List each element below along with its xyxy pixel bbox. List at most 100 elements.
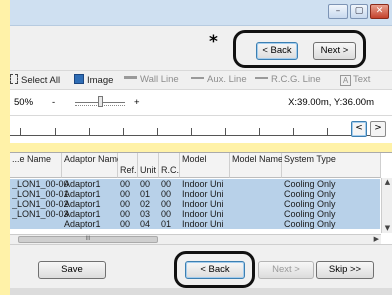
table-cell-name: _LON1_00-02: [12, 199, 69, 209]
table-cell-adaptor: Adaptor1: [64, 219, 101, 229]
table-cell-system: Cooling Only: [284, 199, 336, 209]
table-cell-unit: 01: [140, 189, 151, 199]
table-cell-rc: 00: [161, 179, 172, 189]
table-cell-unit: 04: [140, 219, 151, 229]
table-cell-adaptor: Adaptor1: [64, 199, 101, 209]
table-cell-ref: 00: [120, 179, 131, 189]
select-all-icon: [10, 74, 18, 84]
zoom-out-button[interactable]: -: [52, 97, 55, 108]
column-header-model-name-label: Model Name: [232, 154, 284, 164]
modified-indicator: *: [209, 32, 218, 52]
wall-line-icon: [124, 76, 137, 79]
ruler-tick: [225, 128, 226, 135]
ruler-prev-button[interactable]: <: [351, 121, 367, 137]
table-cell-ref: 00: [120, 209, 131, 219]
drawing-toolbar: Select All Image Wall Line Aux. Line R.C…: [10, 70, 392, 90]
horizontal-ruler: < >: [10, 117, 392, 143]
ruler-tick: [157, 128, 158, 135]
ruler-tick: [55, 128, 56, 135]
table-cell-name: _LON1_00-01: [12, 189, 69, 199]
column-header-system-type-label: System Type: [284, 154, 336, 164]
scroll-right-icon[interactable]: ▶: [374, 235, 379, 244]
table-cell-model: Indoor Uni: [182, 189, 224, 199]
image-icon: [74, 74, 84, 84]
scroll-down-icon[interactable]: ▼: [383, 224, 392, 233]
table-cell-model: Indoor Uni: [182, 179, 224, 189]
zoom-slider-thumb[interactable]: [98, 96, 103, 107]
table-cell-model: Indoor Uni: [182, 209, 224, 219]
table-cell-rc: 01: [161, 219, 172, 229]
column-header-rc-label: R.C.: [161, 165, 179, 175]
select-all-label: Select All: [21, 75, 61, 86]
horizontal-scrollbar[interactable]: III ▶: [10, 234, 381, 244]
table-cell-unit: 00: [140, 179, 151, 189]
window-title-bar: – ▢ ✕: [10, 0, 392, 26]
wall-line-tool[interactable]: Wall Line: [124, 74, 179, 85]
column-header-system-type[interactable]: System Type: [282, 153, 381, 178]
highlight-ring-top-nav: [233, 30, 366, 68]
close-button[interactable]: ✕: [370, 4, 389, 19]
text-tool-icon: A: [340, 75, 351, 86]
column-header-model-label: Model: [182, 154, 207, 164]
column-header-ref[interactable]: Ref.: [118, 153, 138, 178]
image-tool[interactable]: Image: [74, 74, 113, 86]
ruler-tick: [20, 128, 21, 135]
zoom-in-button[interactable]: +: [134, 97, 140, 108]
column-header-model[interactable]: Model: [180, 153, 230, 178]
text-tool[interactable]: A Text: [340, 74, 370, 86]
cursor-coordinates: X:39.00m, Y:36.00m: [288, 97, 374, 108]
rcg-line-tool[interactable]: R.C.G. Line: [255, 74, 321, 85]
table-cell-name: _LON1_00-00: [12, 179, 69, 189]
skip-button[interactable]: Skip >>: [316, 261, 374, 279]
table-cell-system: Cooling Only: [284, 209, 336, 219]
column-header-unit-label: Unit: [140, 165, 157, 175]
select-all-tool[interactable]: Select All: [10, 74, 60, 86]
table-cell-adaptor: Adaptor1: [64, 209, 101, 219]
column-header-unit[interactable]: Unit: [138, 153, 159, 178]
table-cell-unit: 03: [140, 209, 151, 219]
wall-line-label: Wall Line: [140, 74, 179, 85]
table-cell-ref: 00: [120, 199, 131, 209]
scroll-up-icon[interactable]: ▲: [383, 178, 392, 187]
table-cell-system: Cooling Only: [284, 189, 336, 199]
ruler-tick: [259, 128, 260, 135]
ruler-tick: [89, 128, 90, 135]
table-cell-ref: 00: [120, 219, 131, 229]
table-cell-model: Indoor Uni: [182, 219, 224, 229]
column-header-adaptor[interactable]: Adaptor Name: [62, 153, 122, 178]
aux-line-tool[interactable]: Aux. Line: [191, 74, 247, 85]
ruler-tick: [123, 128, 124, 135]
table-cell-system: Cooling Only: [284, 219, 336, 229]
maximize-button[interactable]: ▢: [350, 4, 368, 19]
table-cell-rc: 00: [161, 189, 172, 199]
zoom-bar: 50% - + X:39.00m, Y:36.00m: [10, 90, 392, 116]
column-header-adaptor-label: Adaptor Name: [64, 154, 123, 164]
vertical-scrollbar[interactable]: ▲ ▼: [381, 178, 392, 233]
table-cell-system: Cooling Only: [284, 179, 336, 189]
image-label: Image: [87, 75, 114, 86]
table-cell-adaptor: Adaptor1: [64, 179, 101, 189]
ruler-tick: [327, 128, 328, 135]
column-header-ref-label: Ref.: [120, 165, 137, 175]
table-cell-name: _LON1_00-03: [12, 209, 69, 219]
table-cell-rc: 00: [161, 199, 172, 209]
minimize-button[interactable]: –: [328, 4, 348, 19]
next-button-bottom[interactable]: Next >: [258, 261, 314, 279]
ruler-next-button[interactable]: >: [370, 121, 386, 137]
highlight-ring-back: [174, 251, 255, 288]
ruler-tick: [191, 128, 192, 135]
column-header-name[interactable]: ...e Name: [10, 153, 62, 178]
status-bar: [10, 288, 392, 295]
table-cell-unit: 02: [140, 199, 151, 209]
table-cell-model: Indoor Uni: [182, 199, 224, 209]
table-cell-adaptor: Adaptor1: [64, 189, 101, 199]
ruler-tick: [293, 128, 294, 135]
save-button[interactable]: Save: [38, 261, 106, 279]
horizontal-scroll-thumb[interactable]: III: [18, 236, 158, 243]
column-header-name-label: ...e Name: [12, 154, 52, 164]
aux-line-icon: [191, 77, 204, 79]
column-header-rc[interactable]: R.C.: [159, 153, 180, 178]
table-cell-rc: 00: [161, 209, 172, 219]
column-header-model-name[interactable]: Model Name: [230, 153, 284, 178]
table-cell-ref: 00: [120, 189, 131, 199]
